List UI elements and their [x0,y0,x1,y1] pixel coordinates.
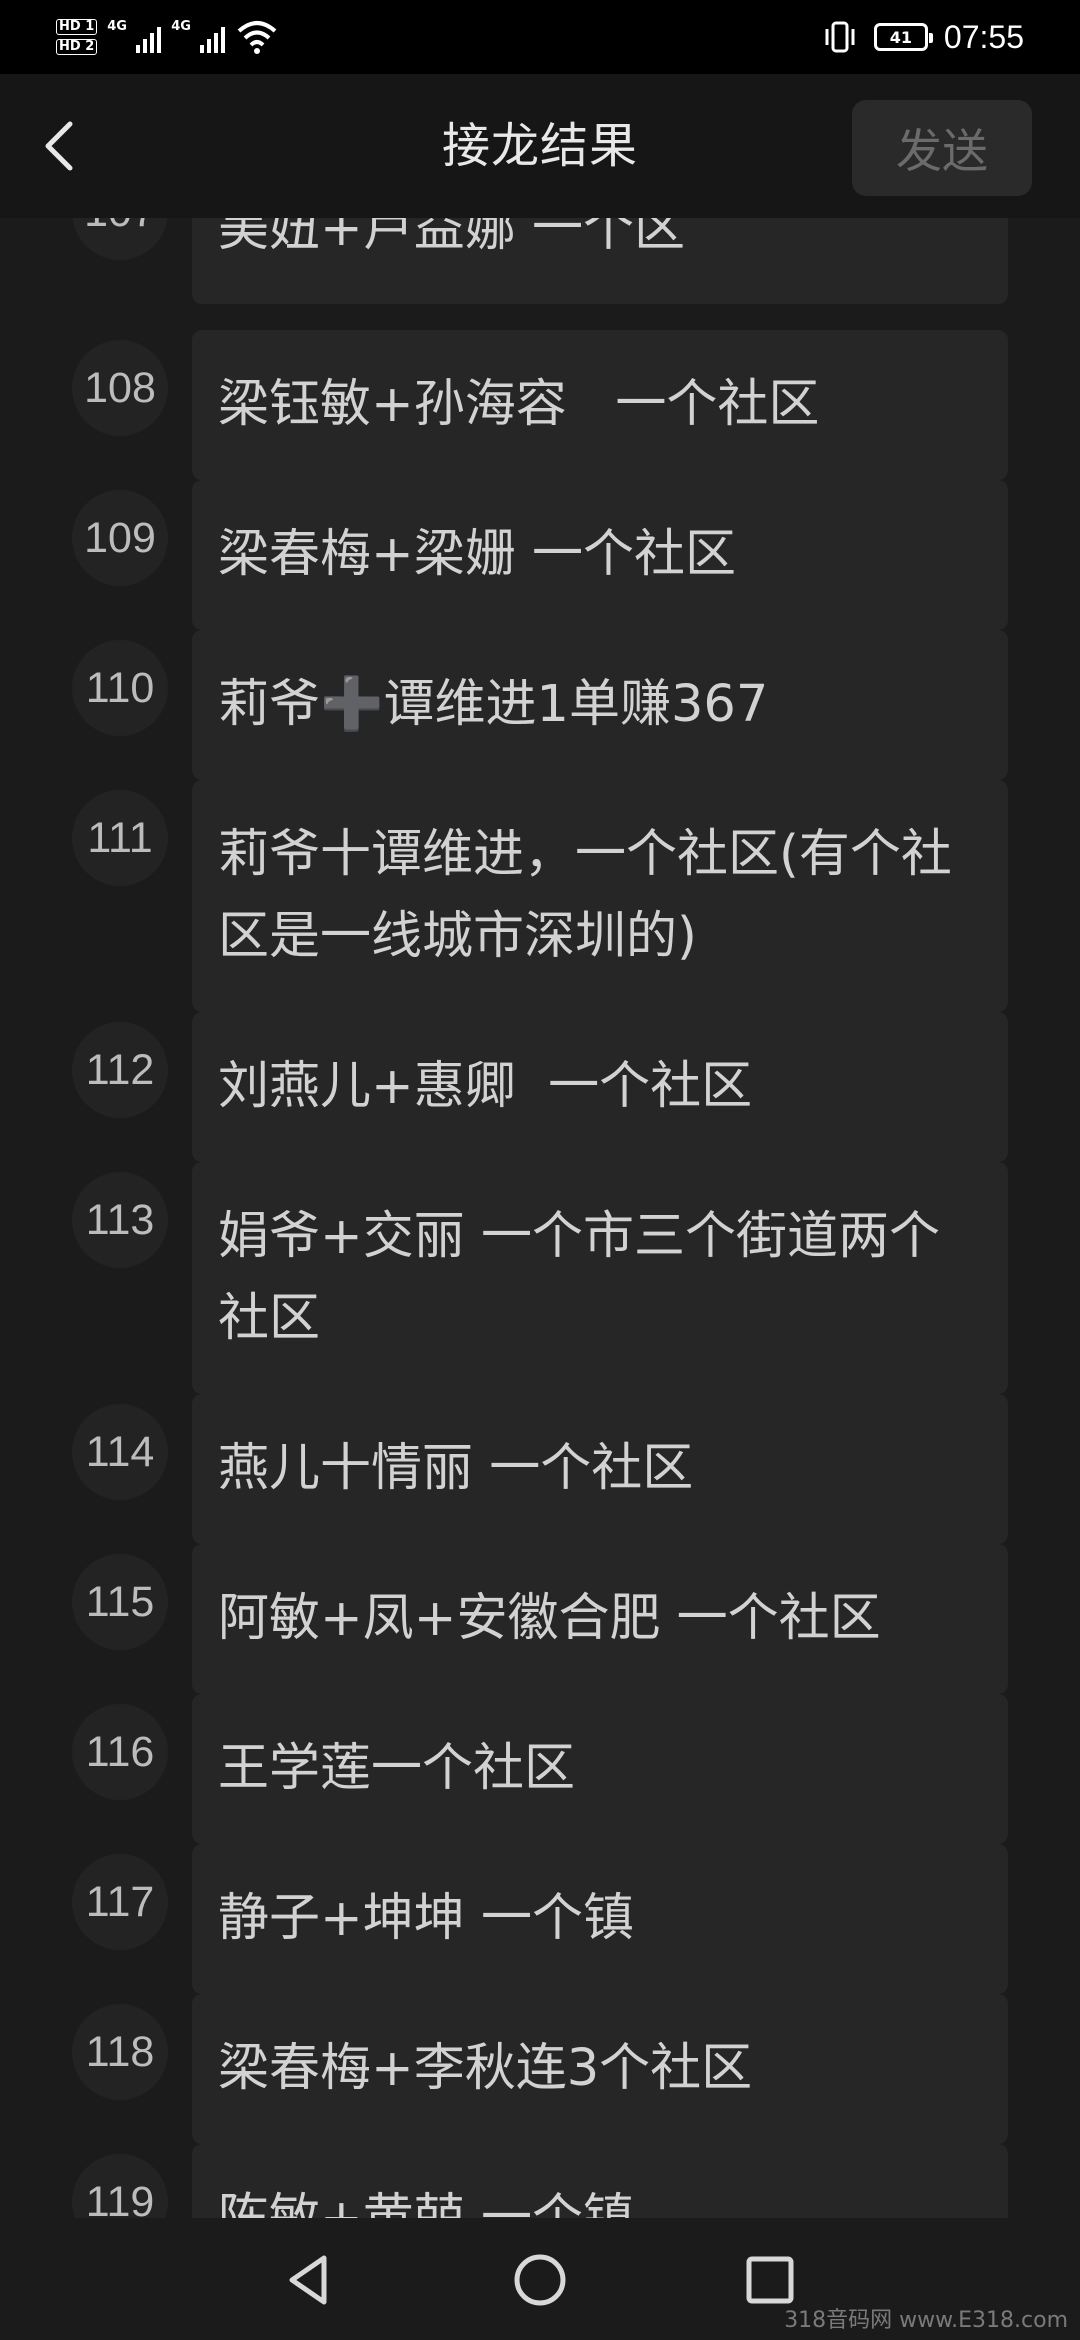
clock: 07:55 [943,18,1024,55]
entry-number: 108 [72,340,168,436]
entry-number: 112 [72,1022,168,1118]
entry-text: 陈敏+黄兢 一个镇 [192,2144,1008,2218]
entry-text: 燕儿十情丽 一个社区 [192,1394,1008,1544]
entry-text: 娟爷+交丽 一个市三个街道两个社区 [192,1162,1008,1394]
entry-text: 梁春梅+梁姗 一个社区 [192,480,1008,630]
entry-number: 117 [72,1854,168,1950]
solitaire-result-list[interactable]: 107 美妞+卢益娜 一个区 108 梁钰敏+孙海容 一个社区 109 梁春梅+… [0,218,1080,2218]
wifi-icon [237,21,277,54]
back-triangle-icon[interactable] [278,2248,342,2312]
status-right: 41 07:55 [822,14,1024,60]
sim1-hd-label: HD 1 [56,19,98,35]
network-type-2: 4G [171,19,191,34]
entry-text: 美妞+卢益娜 一个区 [192,218,1008,304]
home-circle-icon[interactable] [508,2248,572,2312]
signal-icon-2: 4G [171,17,226,57]
sim2-hd-label: HD 2 [56,39,98,55]
entry-text: 梁钰敏+孙海容 一个社区 [192,330,1008,480]
app-header: 接龙结果 发送 [0,74,1080,218]
entry-number: 116 [72,1704,168,1800]
signal-icon: 4G [107,17,162,57]
entry-text: 阿敏+凤+安徽合肥 一个社区 [192,1544,1008,1694]
status-left: HD 1 HD 2 4G 4G [56,14,279,60]
entry-number: 109 [72,490,168,586]
watermark: 318音码网 www.E318.com [784,2308,1068,2333]
battery-level: 41 [889,27,913,47]
entry-text: 莉爷十谭维进，一个社区(有个社区是一线城市深圳的) [192,780,1008,1012]
battery-icon: 41 [873,23,933,51]
entry-number: 118 [72,2004,168,2100]
entry-number: 113 [72,1172,168,1268]
vibrate-icon [825,21,855,53]
entry-text: 刘燕儿+惠卿 一个社区 [192,1012,1008,1162]
entry-text: 莉爷➕谭维进1单赚367 [192,630,1008,780]
network-type-1: 4G [107,19,127,34]
entry-number: 119 [72,2154,168,2218]
sim-indicators: HD 1 HD 2 [56,19,98,55]
entry-text: 梁春梅+李秋连3个社区 [192,1994,1008,2144]
send-button[interactable]: 发送 [852,100,1032,196]
entry-number: 107 [72,218,168,260]
entry-number: 115 [72,1554,168,1650]
entry-text: 王学莲一个社区 [192,1694,1008,1844]
entry-text: 静子+坤坤 一个镇 [192,1844,1008,1994]
entry-number: 114 [72,1404,168,1500]
entry-number: 110 [72,640,168,736]
status-bar: HD 1 HD 2 4G 4G 41 07:55 [0,0,1080,74]
entry-number: 111 [72,790,168,886]
